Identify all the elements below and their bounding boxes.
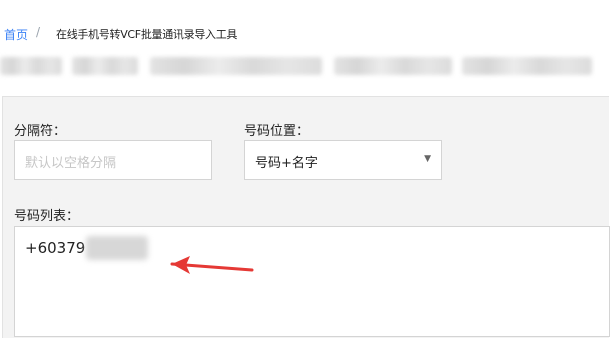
position-label: 号码位置： [244, 124, 310, 139]
separator-placeholder: 默认以空格分隔 [25, 156, 117, 171]
chevron-down-icon: ▼ [424, 154, 431, 164]
number-list-first-entry: +60379 [25, 239, 86, 257]
blurred-tab-4 [334, 57, 452, 75]
breadcrumb-current: 在线手机号转VCF批量通讯录导入工具 [56, 28, 238, 41]
blurred-tab-2 [72, 57, 138, 75]
separator-label: 分隔符： [14, 124, 67, 139]
blurred-number-part [86, 236, 148, 260]
position-selected-value: 号码+名字 [255, 156, 318, 171]
blurred-tab-1 [0, 57, 62, 75]
breadcrumb-home-link[interactable]: 首页 [4, 26, 28, 43]
blurred-tab-3 [150, 57, 322, 75]
breadcrumb-separator: / [36, 25, 41, 39]
separator-input[interactable]: 默认以空格分隔 [14, 140, 212, 180]
number-list-label: 号码列表： [14, 209, 80, 224]
red-arrow-icon [170, 256, 254, 274]
position-select[interactable]: 号码+名字 ▼ [244, 140, 442, 180]
blurred-tab-5 [462, 57, 592, 75]
